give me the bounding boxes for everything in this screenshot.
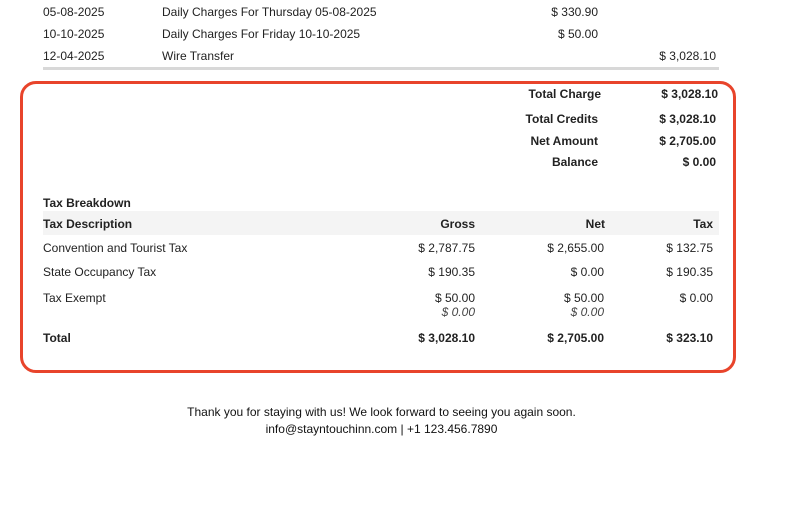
tax-net-exempt: $ 0.00 — [570, 305, 604, 319]
balance-value: $ 0.00 — [682, 155, 716, 169]
credit-amount: $ 3,028.10 — [659, 49, 716, 63]
tax-amount: $ 0.00 — [679, 291, 713, 305]
tax-net: $ 50.00 — [563, 291, 604, 305]
tax-header-gross: Gross — [440, 217, 475, 231]
total-credits-label: Total Credits — [525, 112, 598, 126]
total-charge-value: $ 3,028.10 — [661, 87, 718, 101]
charge-amount: $ 50.00 — [557, 27, 598, 41]
total-charge-label: Total Charge — [528, 87, 601, 101]
charge-amount: $ 330.90 — [551, 5, 598, 19]
tax-header-row — [43, 211, 719, 235]
net-amount-value: $ 2,705.00 — [659, 134, 716, 148]
tax-description: Convention and Tourist Tax — [43, 241, 188, 255]
charge-description: Wire Transfer — [162, 49, 235, 63]
charge-description: Daily Charges For Friday 10-10-2025 — [162, 27, 361, 41]
net-amount-label: Net Amount — [530, 134, 598, 148]
total-credits-value: $ 3,028.10 — [659, 112, 716, 126]
tax-total-net: $ 2,705.00 — [547, 331, 604, 345]
charge-date: 10-10-2025 — [43, 27, 105, 41]
tax-net: $ 2,655.00 — [547, 241, 604, 255]
tax-gross: $ 2,787.75 — [418, 241, 475, 255]
balance-label: Balance — [551, 155, 598, 169]
tax-amount: $ 132.75 — [666, 241, 713, 255]
tax-header-net: Net — [585, 217, 605, 231]
tax-header-tax: Tax — [693, 217, 713, 231]
tax-header-description: Tax Description — [43, 217, 133, 231]
tax-gross-exempt: $ 0.00 — [441, 305, 475, 319]
tax-net: $ 0.00 — [570, 265, 604, 279]
tax-description: State Occupancy Tax — [43, 265, 157, 279]
tax-total-label: Total — [43, 331, 71, 345]
tax-breakdown-title: Tax Breakdown — [43, 196, 131, 210]
tax-amount: $ 190.35 — [666, 265, 713, 279]
tax-description: Tax Exempt — [43, 291, 106, 305]
tax-gross: $ 50.00 — [434, 291, 475, 305]
footer-contact: info@stayntouchinn.com | +1 123.456.7890 — [265, 422, 498, 436]
tax-total-gross: $ 3,028.10 — [418, 331, 475, 345]
section-divider — [43, 67, 719, 70]
tax-gross: $ 190.35 — [428, 265, 475, 279]
tax-total-tax: $ 323.10 — [666, 331, 713, 345]
charge-description: Daily Charges For Thursday 05-08-2025 — [162, 5, 377, 19]
charge-date: 12-04-2025 — [43, 49, 105, 63]
footer-thanks: Thank you for staying with us! We look f… — [187, 405, 576, 419]
charge-date: 05-08-2025 — [43, 5, 105, 19]
